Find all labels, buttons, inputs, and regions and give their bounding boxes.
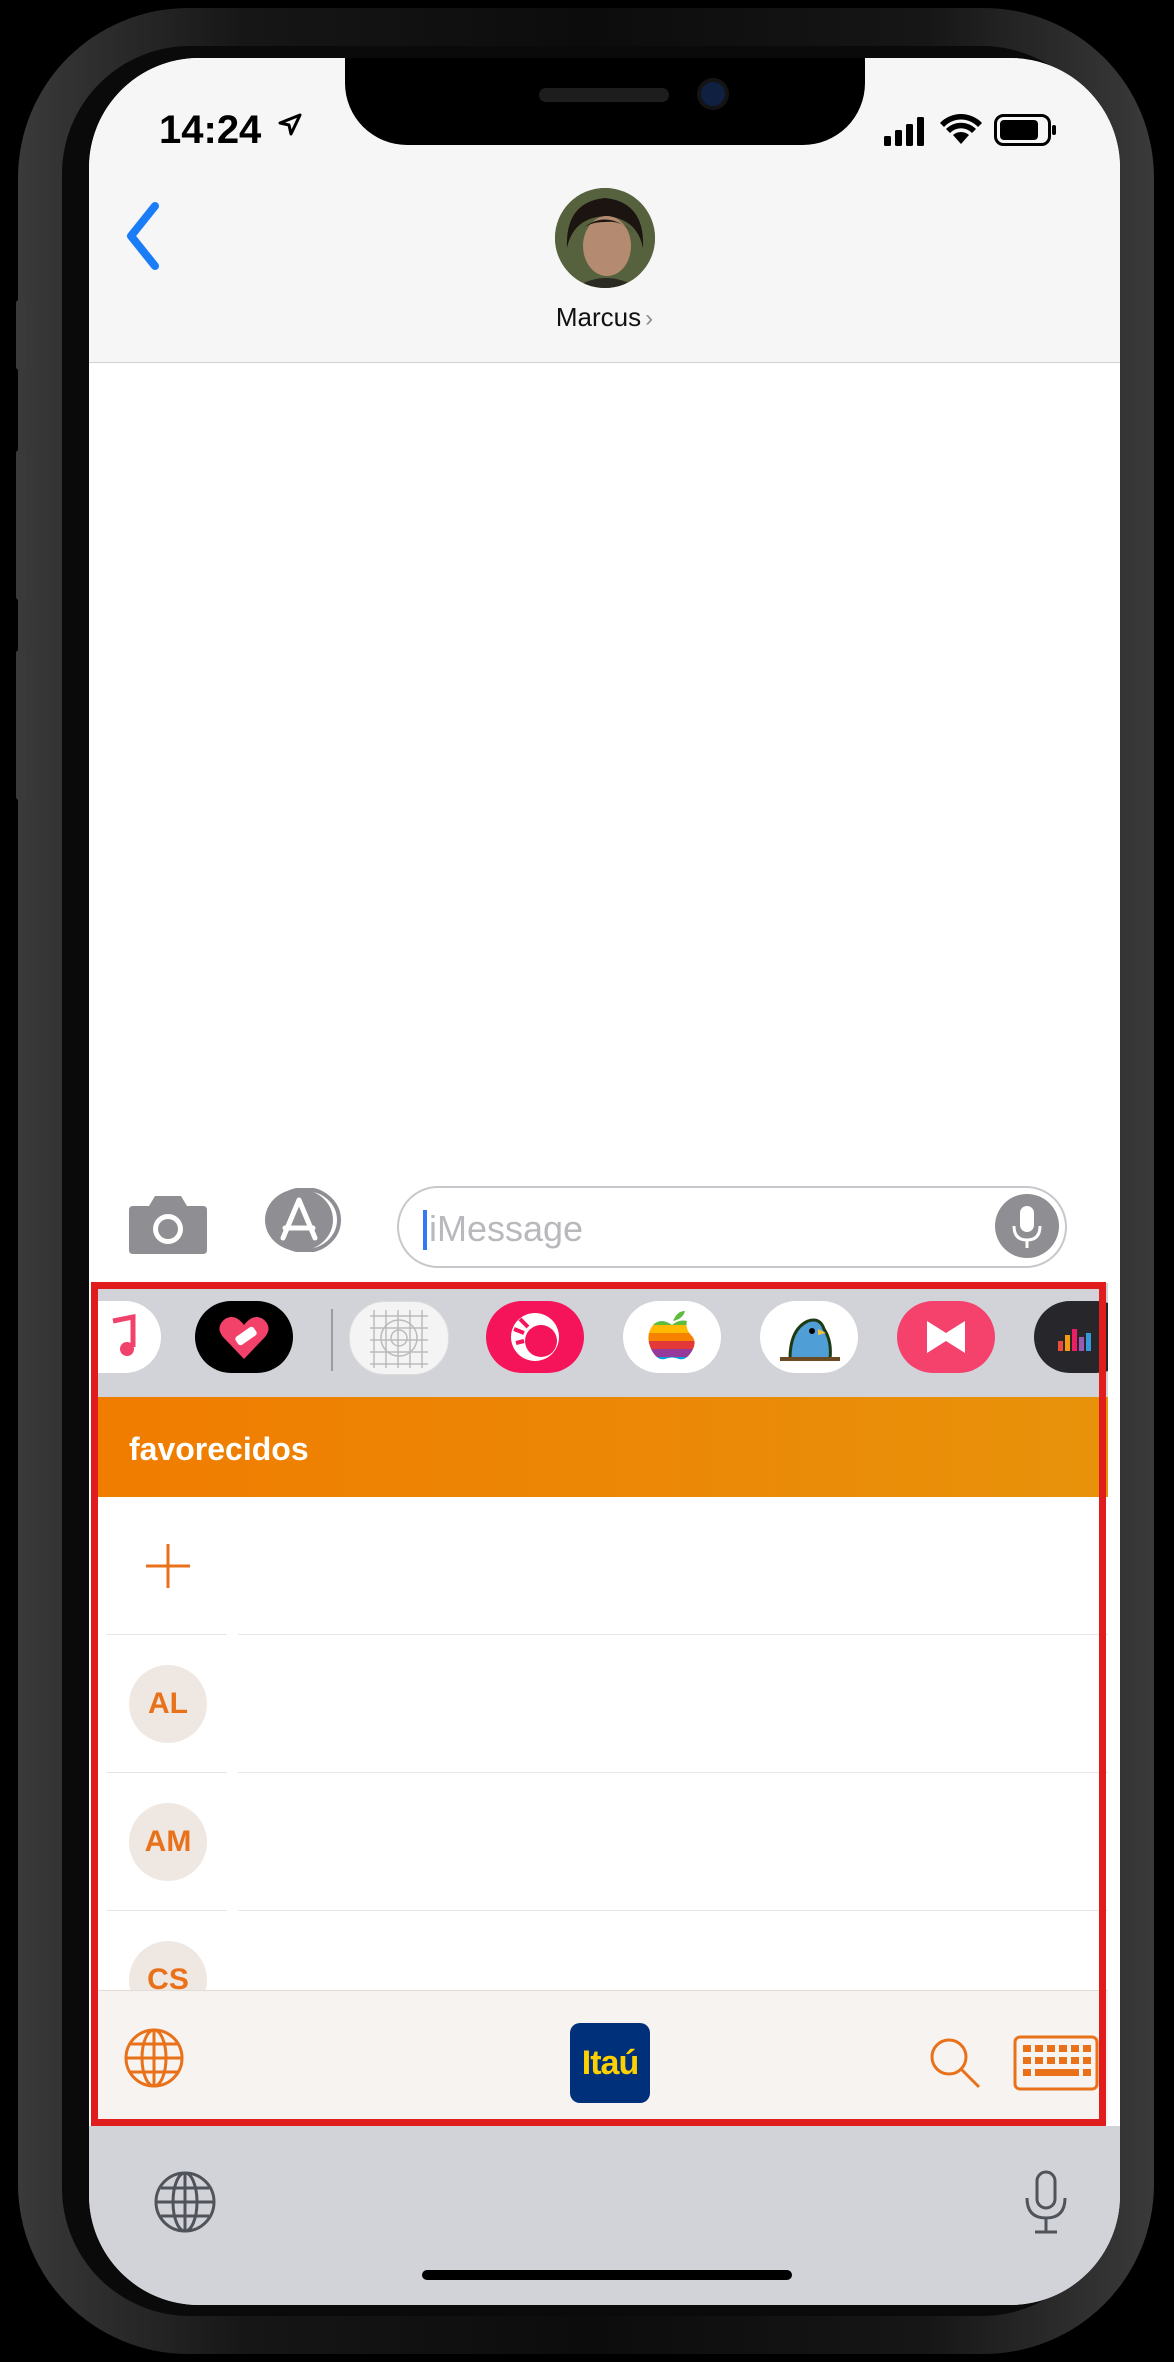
swirl-app-icon[interactable] [486, 1301, 584, 1373]
status-indicators [884, 110, 1064, 150]
bowtie-icon [927, 1321, 965, 1353]
grid-app-icon[interactable] [349, 1301, 449, 1375]
volume-up-button [16, 450, 26, 600]
home-indicator[interactable] [422, 2270, 792, 2280]
rainbow-apple-icon [648, 1311, 695, 1360]
list-item[interactable]: CS [93, 1911, 1108, 1990]
dictation-microphone-icon[interactable] [1021, 2170, 1071, 2236]
front-camera [701, 82, 725, 106]
speaker-grille [539, 88, 669, 102]
app-drawer[interactable] [93, 1283, 1108, 1397]
music-app-icon[interactable] [93, 1301, 161, 1373]
swirl-icon [511, 1313, 559, 1361]
extension-toolbar: Itaú [93, 1990, 1108, 2124]
bowtie-app-icon[interactable] [897, 1301, 995, 1373]
volume-down-button [16, 650, 26, 800]
itau-logo: Itaú [570, 2023, 650, 2103]
app-drawer-separator [331, 1309, 333, 1371]
cellular-signal-icon [884, 117, 924, 146]
back-chevron-icon[interactable] [113, 196, 173, 276]
itau-extension: favorecidos AL AM CS Itaú [93, 1283, 1108, 2124]
mute-switch [16, 300, 26, 370]
camera-icon[interactable] [127, 1190, 209, 1256]
wifi-icon [940, 114, 982, 144]
list-item[interactable]: AL [93, 1635, 1108, 1773]
search-icon[interactable] [927, 2035, 983, 2091]
globe-switch-keyboard-icon[interactable] [153, 2170, 217, 2234]
location-arrow-icon [278, 113, 302, 136]
keyboard-icon[interactable] [1013, 2035, 1099, 2091]
app-store-icon[interactable] [263, 1188, 343, 1252]
phone-screen: 14:24 Marcus › iMessage favorecidos AL A… [89, 58, 1120, 2305]
battery-icon [994, 114, 1056, 146]
imessage-input[interactable]: iMessage [397, 1186, 1067, 1268]
globe-icon[interactable] [123, 2027, 185, 2089]
contact-name-button[interactable]: Marcus › [89, 302, 1120, 333]
microphone-icon [1012, 1206, 1042, 1248]
favorite-initials: AM [129, 1803, 207, 1881]
music-note-icon [112, 1313, 136, 1356]
imessage-placeholder: iMessage [429, 1208, 584, 1249]
apple-app-icon[interactable] [623, 1301, 721, 1373]
audio-app-icon[interactable] [1034, 1301, 1108, 1373]
heart-app-icon[interactable] [195, 1301, 293, 1373]
plus-icon [146, 1544, 190, 1588]
favorites-title: favorecidos [129, 1431, 309, 1467]
contact-chevron: › [645, 305, 654, 332]
favorite-initials: CS [129, 1941, 207, 1990]
compose-bar: iMessage [89, 1178, 1120, 1278]
avatar-photo [555, 188, 655, 288]
contact-name: Marcus [555, 302, 642, 332]
grid-pattern-icon [370, 1310, 428, 1368]
bird-icon [780, 1318, 840, 1361]
list-item[interactable]: AM [93, 1773, 1108, 1911]
favorites-header: favorecidos [93, 1397, 1108, 1497]
add-favorite-row[interactable] [93, 1497, 1108, 1635]
favorites-list: AL AM CS [93, 1497, 1108, 1990]
bird-app-icon[interactable] [760, 1301, 858, 1373]
heart-icon [219, 1317, 269, 1359]
text-cursor [423, 1210, 427, 1250]
contact-avatar[interactable] [555, 188, 655, 288]
status-time: 14:24 [159, 108, 262, 152]
favorite-initials: AL [129, 1665, 207, 1743]
dictation-button[interactable] [995, 1194, 1059, 1258]
equalizer-icon [1058, 1329, 1091, 1351]
